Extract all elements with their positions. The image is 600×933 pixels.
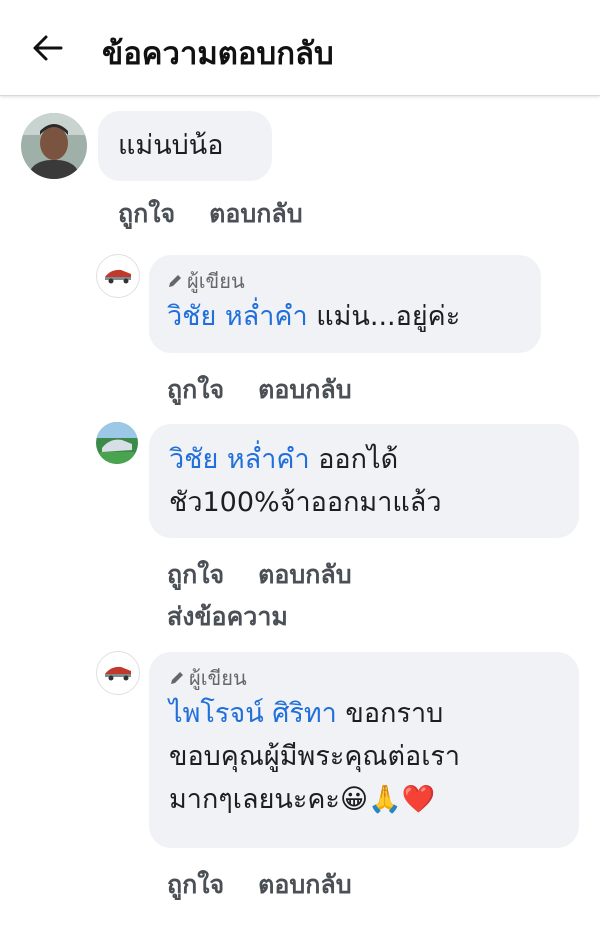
reply-button[interactable]: ตอบกลับ xyxy=(258,370,351,410)
commenter-name[interactable]: วิชัย หล่ำคำ xyxy=(169,444,310,475)
like-button[interactable]: ถูกใจ xyxy=(167,370,224,410)
send-message-button[interactable]: ส่งข้อความ xyxy=(167,597,288,637)
avatar[interactable] xyxy=(21,113,87,179)
comment-actions: ถูกใจ ตอบกลับ xyxy=(167,555,352,595)
comment-text: ขอกราบ xyxy=(336,698,444,729)
reply-button[interactable]: ตอบกลับ xyxy=(258,865,351,905)
pencil-icon xyxy=(171,672,183,684)
comment-text: แม่น...อยู่ค่ะ xyxy=(307,301,461,332)
comment-text: แม่นบ่น้อ xyxy=(118,130,224,161)
back-button[interactable] xyxy=(26,26,70,70)
folded-hands-icon: 🙏 xyxy=(368,784,402,815)
reply-button[interactable]: ตอบกลับ xyxy=(258,555,351,595)
author-tag: ผู้เขียน xyxy=(169,664,559,692)
avatar[interactable] xyxy=(96,254,140,298)
red-heart-icon: ❤️ xyxy=(401,784,436,815)
author-tag: ผู้เขียน xyxy=(167,267,523,295)
avatar[interactable] xyxy=(96,651,140,695)
comment-actions: ถูกใจ ตอบกลับ xyxy=(118,194,303,234)
comment-bubble: ผู้เขียน ไพโรจน์ ศิริทา ขอกราบ ขอบคุณผู้… xyxy=(149,652,579,848)
comment-actions: ถูกใจ ตอบกลับ xyxy=(167,865,352,905)
comment-bubble: แม่นบ่น้อ xyxy=(98,111,272,181)
like-button[interactable]: ถูกใจ xyxy=(118,194,175,234)
arrow-left-icon xyxy=(33,35,63,61)
reply-button[interactable]: ตอบกลับ xyxy=(209,194,302,234)
like-button[interactable]: ถูกใจ xyxy=(167,555,224,595)
avatar[interactable] xyxy=(96,422,138,464)
page-title: ข้อความตอบกลับ xyxy=(102,36,334,72)
app-header: ข้อความตอบกลับ xyxy=(0,0,600,96)
comment-actions: ถูกใจ ตอบกลับ xyxy=(167,370,352,410)
like-button[interactable]: ถูกใจ xyxy=(167,865,224,905)
commenter-name[interactable]: วิชัย หล่ำคำ xyxy=(167,301,308,332)
comment-bubble: ผู้เขียน วิชัย หล่ำคำ แม่น...อยู่ค่ะ xyxy=(149,255,541,353)
comment-text-line2: ชัว100%จ้าออกมาแล้ว xyxy=(169,487,442,518)
grinning-face-icon: 😀 xyxy=(339,784,369,815)
comment-text-line2: ขอบคุณผู้มีพระคุณต่อเรา xyxy=(169,741,461,772)
commenter-name[interactable]: ไพโรจน์ ศิริทา xyxy=(169,698,337,729)
comment-bubble: วิชัย หล่ำคำ ออกได้ ชัว100%จ้าออกมาแล้ว xyxy=(149,424,579,538)
comment-text-line3: มากๆเลยนะคะ xyxy=(169,784,340,815)
pencil-icon xyxy=(169,275,181,287)
comment-text: ออกได้ xyxy=(309,444,399,475)
